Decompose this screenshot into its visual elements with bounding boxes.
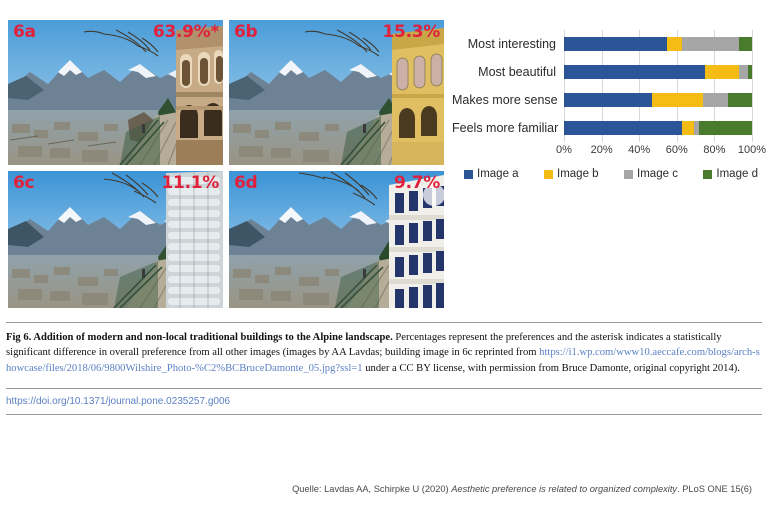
category-label: Feels more familiar [452, 121, 559, 135]
bar-segment[interactable] [699, 121, 752, 135]
bar-segment[interactable] [564, 37, 668, 51]
axis-tick-label: 80% [703, 144, 726, 156]
category-label: Most beautiful [478, 65, 556, 79]
legend-label: Image d [716, 168, 758, 180]
bar-segment[interactable] [705, 65, 739, 79]
legend-item-image-c: Image c [624, 168, 678, 180]
bar-segment[interactable] [727, 93, 752, 107]
bar-segment[interactable] [667, 37, 683, 51]
photo-panel-6d[interactable]: 6d 9.7% [229, 171, 444, 308]
axis-tick-label: 20% [590, 144, 613, 156]
legend-item-image-b: Image b [544, 168, 599, 180]
doi-bottom-rule [6, 414, 762, 415]
bar-segment[interactable] [564, 93, 653, 107]
legend-item-image-a: Image a [464, 168, 519, 180]
bars-plot [564, 30, 753, 142]
bar-segment[interactable] [564, 65, 705, 79]
panel-percent-6b: 15.3% [382, 22, 441, 42]
legend-swatch-icon [464, 169, 473, 179]
bar-segment[interactable] [703, 93, 728, 107]
caption-bold-lead: Fig 6. Addition of modern and non-local … [6, 332, 393, 343]
value-axis-ticks: 0% 20% 40% 60% 80% 100% [556, 144, 766, 162]
axis-tick-label: 100% [737, 144, 767, 156]
bar-segment[interactable] [564, 121, 683, 135]
category-label: Makes more sense [452, 93, 558, 107]
chart-plot-area: Most interesting Most beautiful Makes mo… [452, 16, 766, 166]
legend-label: Image a [477, 168, 519, 180]
source-attribution: Quelle: Lavdas AA, Schirpke U (2020) Aes… [0, 484, 752, 494]
figure-region: 6a 63.9%* 6b 15.3% 6c 11.1% 6d 9.7% Most… [0, 0, 768, 415]
panel-percent-6d: 9.7% [394, 173, 440, 193]
chart-bar-row [564, 93, 752, 107]
bar-segment[interactable] [738, 65, 749, 79]
bar-segment[interactable] [682, 37, 739, 51]
legend-swatch-icon [624, 169, 634, 179]
source-prefix: Quelle: Lavdas AA, Schirpke U (2020) [292, 484, 452, 494]
doi-link[interactable]: https://doi.org/10.1371/journal.pone.023… [6, 396, 230, 407]
legend-swatch-icon [703, 169, 713, 179]
chart-bar-row [564, 65, 752, 79]
panel-percent-6a: 63.9%* [152, 22, 219, 42]
bar-segment[interactable] [738, 37, 752, 51]
chart-legend: Image a Image b Image c Image d [460, 168, 762, 180]
panel-label-6c: 6c [13, 173, 35, 193]
photo-panel-6c[interactable]: 6c 11.1% [8, 171, 223, 308]
panel-label-6a: 6a [13, 22, 36, 42]
doi-top-rule [6, 388, 762, 389]
legend-label: Image c [637, 168, 678, 180]
source-title: Aesthetic preference is related to organ… [451, 484, 678, 494]
legend-label: Image b [557, 168, 599, 180]
panel-label-6d: 6d [234, 173, 258, 193]
axis-tick-label: 60% [665, 144, 688, 156]
bar-segment[interactable] [748, 65, 752, 79]
photo-panel-6b[interactable]: 6b 15.3% [229, 20, 444, 165]
photo-panel-6a[interactable]: 6a 63.9%* [8, 20, 223, 165]
chart-bar-row [564, 121, 752, 135]
source-suffix: . PLoS ONE 15(6) [677, 484, 752, 494]
bar-segment[interactable] [652, 93, 704, 107]
stacked-bar-chart: Most interesting Most beautiful Makes mo… [452, 16, 766, 196]
figure-caption: Fig 6. Addition of modern and non-local … [6, 330, 762, 376]
legend-swatch-icon [544, 169, 554, 179]
chart-bar-row [564, 37, 752, 51]
caption-top-rule [6, 322, 762, 323]
panel-label-6b: 6b [234, 22, 258, 42]
chart-gridline [752, 30, 753, 142]
category-axis-labels: Most interesting Most beautiful Makes mo… [452, 30, 560, 142]
panel-percent-6c: 11.1% [161, 173, 220, 193]
axis-tick-label: 0% [556, 144, 572, 156]
photo-panel-grid: 6a 63.9%* 6b 15.3% 6c 11.1% 6d 9.7% [8, 20, 444, 311]
category-label: Most interesting [467, 37, 556, 51]
axis-tick-label: 40% [628, 144, 651, 156]
bar-segment[interactable] [682, 121, 694, 135]
caption-body-2: under a CC BY license, with permission f… [362, 362, 740, 374]
legend-item-image-d: Image d [703, 168, 758, 180]
